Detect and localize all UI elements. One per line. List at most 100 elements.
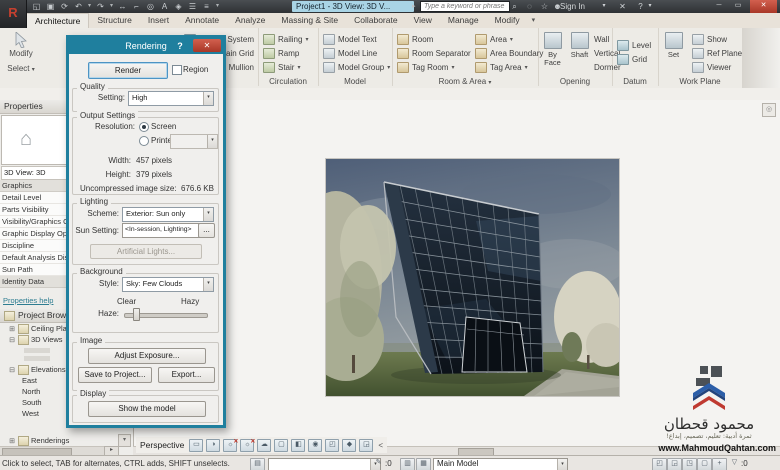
favorites-star-icon[interactable]: ☆ [538,1,551,12]
editable-only-icon[interactable]: ◳ [682,458,697,470]
chevron-down-icon[interactable]: ▾ [305,36,308,43]
screen-radio[interactable] [139,122,149,132]
application-menu-button[interactable]: R [0,0,27,28]
editing-requests-icon[interactable]: ✎ [372,458,385,469]
press-drag-icon[interactable]: ◲ [667,458,682,470]
region-checkbox[interactable] [172,65,182,75]
chevron-down-icon[interactable]: ▾ [387,64,390,71]
redo-dropdown-icon[interactable]: ▾ [108,1,115,12]
chevron-down-icon[interactable]: ▾ [203,278,213,291]
sun-setting-browse-button[interactable]: ... [198,223,215,238]
room-button[interactable]: Room [392,32,470,46]
temporary-hide-isolate-icon[interactable]: ◰ [325,439,339,452]
tab-analyze[interactable]: Analyze [227,13,273,28]
tag-icon[interactable]: ◎ [144,1,157,12]
chevron-down-icon[interactable]: ▾ [203,208,213,221]
select-pinned-icon[interactable]: + [712,458,727,470]
model-group-button[interactable]: Model Group▾ [318,60,392,74]
exchange-apps-icon[interactable]: ✕ [616,1,629,12]
background-style-dropdown[interactable]: Sky: Few Clouds▾ [122,277,214,292]
measure-icon[interactable]: ↔ [116,1,129,12]
export-button[interactable]: Export... [158,367,215,383]
locked-3d-view-icon[interactable]: ◉ [308,439,322,452]
ramp-button[interactable]: Ramp [258,46,318,60]
browser-scroll-down-icon[interactable]: ▾ [118,434,131,447]
chevron-down-icon[interactable]: ▾ [297,64,300,71]
thin-lines-icon[interactable]: ≡ [200,1,213,12]
tab-structure[interactable]: Structure [89,13,140,28]
analysis-display-icon[interactable]: ◲ [359,439,373,452]
chevron-down-icon[interactable]: ▾ [451,64,454,71]
tag-area-button[interactable]: Tag Area▾ [470,60,538,74]
undo-icon[interactable]: ↶ [72,1,85,12]
room-separator-button[interactable]: Room Separator [392,46,470,60]
sign-in-dropdown-icon[interactable]: ▾ [600,1,608,12]
tree-expand-icon[interactable]: ⊞ [8,325,16,333]
active-workset-icon[interactable]: ▥ [400,458,415,470]
tab-annotate[interactable]: Annotate [177,13,227,28]
opening-by-face-button[interactable]: By Face [539,30,566,67]
work-plane-set-button[interactable]: Set [660,30,687,59]
opening-vertical-button[interactable]: Vertical [592,46,612,60]
ref-plane-button[interactable]: Ref Plane [690,46,742,60]
design-option-combo[interactable]: Main Model▾ [433,458,568,470]
help-dropdown-icon[interactable]: ▾ [646,1,654,12]
sync-icon[interactable]: ⟳ [58,1,71,12]
infocenter-search-input[interactable] [420,1,510,12]
text-icon[interactable]: A [158,1,171,12]
undo-dropdown-icon[interactable]: ▾ [86,1,93,12]
reveal-hidden-elements-icon[interactable]: ◆ [342,439,356,452]
minimize-button[interactable]: ─ [710,0,728,13]
save-to-project-button[interactable]: Save to Project... [78,367,152,383]
area-boundary-button[interactable]: Area Boundary [470,46,538,60]
tree-expand-icon[interactable]: ⊞ [8,437,16,445]
viewer-button[interactable]: Viewer [690,60,742,74]
dialog-title-bar[interactable]: Rendering ? ✕ [69,38,223,54]
show-the-model-button[interactable]: Show the model [88,401,206,417]
haze-slider-thumb[interactable] [133,308,140,321]
opening-shaft-button[interactable]: Shaft [566,30,593,59]
quality-setting-dropdown[interactable]: High▾ [128,91,214,106]
adjust-exposure-button[interactable]: Adjust Exposure... [88,348,206,364]
dialog-help-icon[interactable]: ? [174,38,186,54]
detail-level-icon[interactable]: ▭ [189,439,203,452]
chevron-down-icon[interactable]: ▾ [510,36,513,43]
modify-button-label[interactable]: Modify [0,49,42,58]
customize-qat-icon[interactable]: ▾ [214,1,221,12]
sun-path-icon[interactable]: ☼✕ [223,439,237,452]
maximize-button[interactable]: ▭ [729,0,747,13]
stair-button[interactable]: Stair▾ [258,60,318,74]
open-file-icon[interactable]: ◱ [30,1,43,12]
sign-in-button[interactable]: Sign In [560,1,585,12]
tab-manage[interactable]: Manage [440,13,487,28]
dialog-close-button[interactable]: ✕ [193,39,221,52]
tab-insert[interactable]: Insert [140,13,177,28]
tab-architecture[interactable]: Architecture [26,13,89,28]
chevron-down-icon[interactable]: ▾ [525,64,528,71]
opening-dormer-button[interactable]: Dormer [592,60,612,74]
chevron-down-icon[interactable]: ▾ [488,80,491,86]
select-links-icon[interactable]: ▢ [697,458,712,470]
tab-view[interactable]: View [406,13,440,28]
aligned-dimension-icon[interactable]: ⌐ [130,1,143,12]
exclude-options-icon[interactable]: ◰ [652,458,667,470]
section-icon[interactable]: ☰ [186,1,199,12]
view-scale-label[interactable]: Perspective [140,440,184,450]
browser-horizontal-scrollbar[interactable] [0,446,104,455]
workset-combo[interactable]: ▾ [268,458,381,470]
ribbon-display-toggle-icon[interactable]: ▾ [532,13,536,28]
visual-style-icon[interactable]: ◑ [206,439,220,452]
panel-label-room-area[interactable]: Room & Area ▾ [392,77,538,86]
railing-button[interactable]: Railing▾ [258,32,318,46]
crop-view-icon[interactable]: ▢ [274,439,288,452]
default-3d-view-icon[interactable]: ◈ [172,1,185,12]
tree-item-renderings[interactable]: ⊞Renderings [0,435,118,446]
crop-region-visibility-icon[interactable]: ◧ [291,439,305,452]
close-button[interactable]: ✕ [750,0,777,13]
sun-setting-value[interactable]: <In-session, Lighting> [122,223,200,238]
work-plane-show-button[interactable]: Show [690,32,742,46]
rendering-dialog-icon[interactable]: ☁ [257,439,271,452]
chevron-down-icon[interactable]: ▾ [32,67,35,73]
select-dropdown[interactable]: Select [7,64,29,73]
render-button[interactable]: Render [88,62,168,79]
